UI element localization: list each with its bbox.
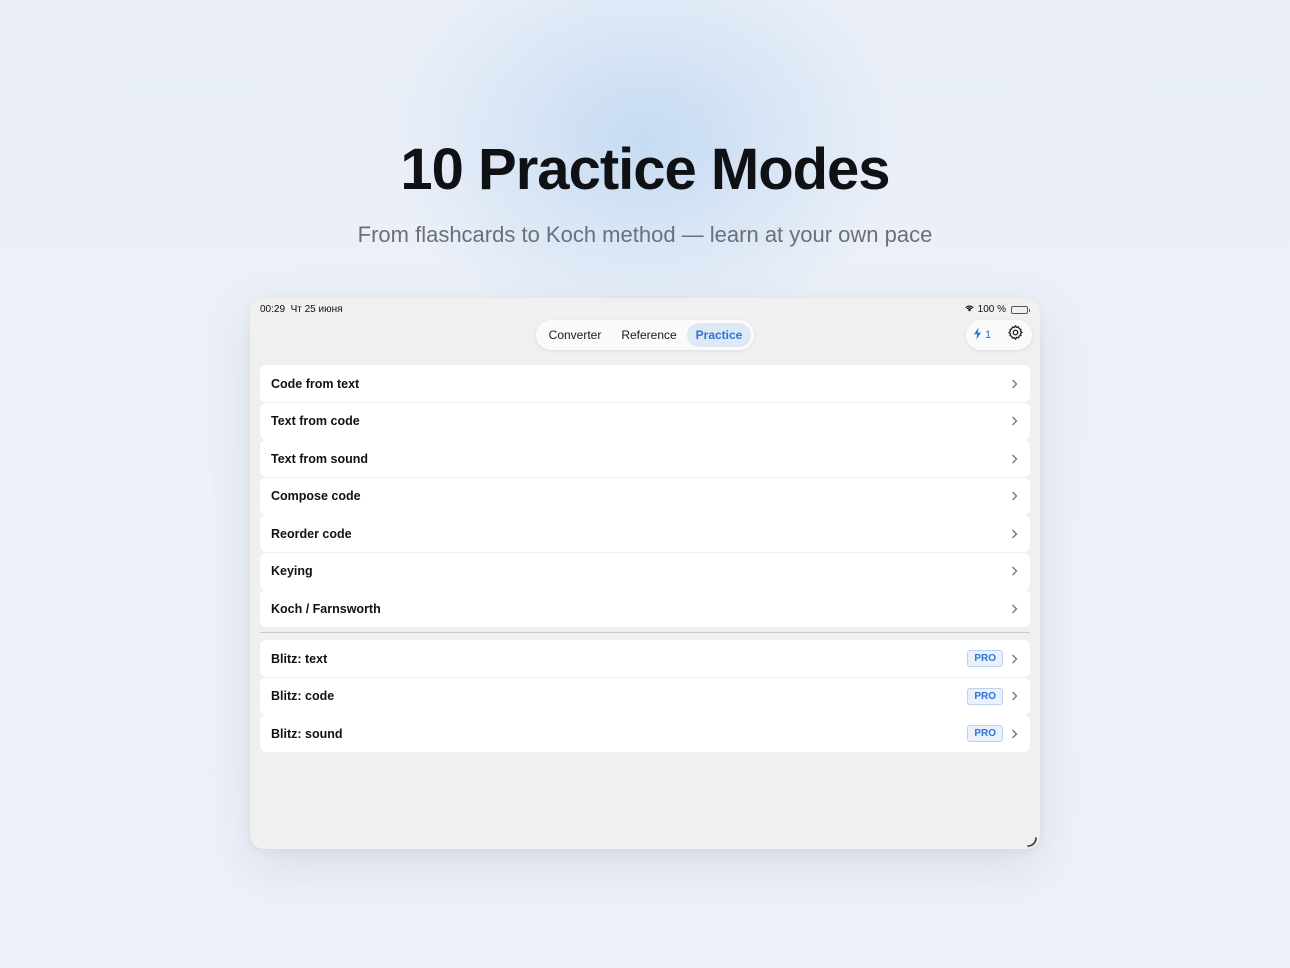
ipad-screen: 00:29 Чт 25 июня 100 % Converter Referen… [250, 298, 1040, 849]
list-item-label: Koch / Farnsworth [271, 601, 381, 616]
chevron-right-icon [1011, 566, 1019, 576]
pro-badge: PRO [967, 687, 1003, 705]
chevron-right-icon [1011, 454, 1019, 464]
chevron-right-icon [1011, 529, 1019, 539]
blitz-item-code[interactable]: Blitz: code PRO [260, 677, 1030, 715]
chevron-right-icon [1011, 379, 1019, 389]
chevron-right-icon [1011, 654, 1019, 664]
list-item-label: Code from text [271, 376, 360, 391]
list-item-label: Blitz: sound [271, 726, 343, 741]
status-date: Чт 25 июня [290, 304, 343, 315]
list-item-label: Blitz: text [271, 651, 328, 666]
chevron-right-icon [1011, 604, 1019, 614]
status-clock: 00:29 [260, 304, 286, 315]
list-item-label: Blitz: code [271, 689, 335, 703]
battery-icon [1011, 305, 1030, 314]
tab-practice[interactable]: Practice [687, 323, 751, 347]
tab-reference[interactable]: Reference [611, 323, 687, 347]
section-divider [260, 632, 1030, 633]
list-item-label: Text from sound [271, 451, 368, 466]
resize-handle-icon[interactable] [1026, 835, 1038, 847]
chevron-right-icon [1011, 416, 1019, 426]
pro-badge: PRO [967, 725, 1003, 742]
list-item-label: Keying [271, 564, 313, 578]
main-tabs: Converter Reference Practice [536, 320, 754, 350]
blitz-item-sound[interactable]: Blitz: sound PRO [260, 715, 1030, 752]
chevron-right-icon [1011, 691, 1019, 701]
streak-count: 1 [985, 329, 992, 341]
practice-item-keying[interactable]: Keying [260, 552, 1030, 590]
blitz-item-text[interactable]: Blitz: text PRO [260, 640, 1030, 677]
practice-item-reorder-code[interactable]: Reorder code [260, 515, 1030, 552]
practice-item-text-from-sound[interactable]: Text from sound [260, 440, 1030, 477]
practice-list: Code from text Text from code Text from … [260, 365, 1030, 628]
settings-button[interactable] [1007, 324, 1024, 346]
streak-button[interactable]: 1 [973, 327, 991, 343]
practice-item-text-from-code[interactable]: Text from code [260, 402, 1030, 440]
status-time: 00:29 Чт 25 июня [260, 304, 343, 315]
chevron-right-icon [1011, 491, 1019, 501]
bolt-icon [973, 327, 982, 343]
practice-item-koch-farnsworth[interactable]: Koch / Farnsworth [260, 590, 1030, 627]
gear-icon [1007, 324, 1024, 346]
practice-item-code-from-text[interactable]: Code from text [260, 365, 1030, 402]
hero-subtitle: From flashcards to Koch method — learn a… [357, 222, 933, 247]
list-item-label: Compose code [271, 489, 361, 503]
hero-title: 10 Practice Modes [400, 137, 890, 202]
list-item-label: Reorder code [271, 526, 352, 541]
pro-badge: PRO [967, 650, 1003, 667]
tab-converter[interactable]: Converter [539, 323, 611, 347]
status-indicators: 100 % [964, 304, 1030, 315]
blitz-list: Blitz: text PRO Blitz: code PRO Blitz: s… [260, 640, 1030, 753]
battery-percent: 100 % [977, 304, 1006, 315]
list-item-label: Text from code [271, 414, 360, 428]
chevron-right-icon [1011, 729, 1019, 739]
top-actions: 1 [966, 320, 1032, 350]
practice-item-compose-code[interactable]: Compose code [260, 477, 1030, 515]
wifi-icon [964, 304, 975, 315]
